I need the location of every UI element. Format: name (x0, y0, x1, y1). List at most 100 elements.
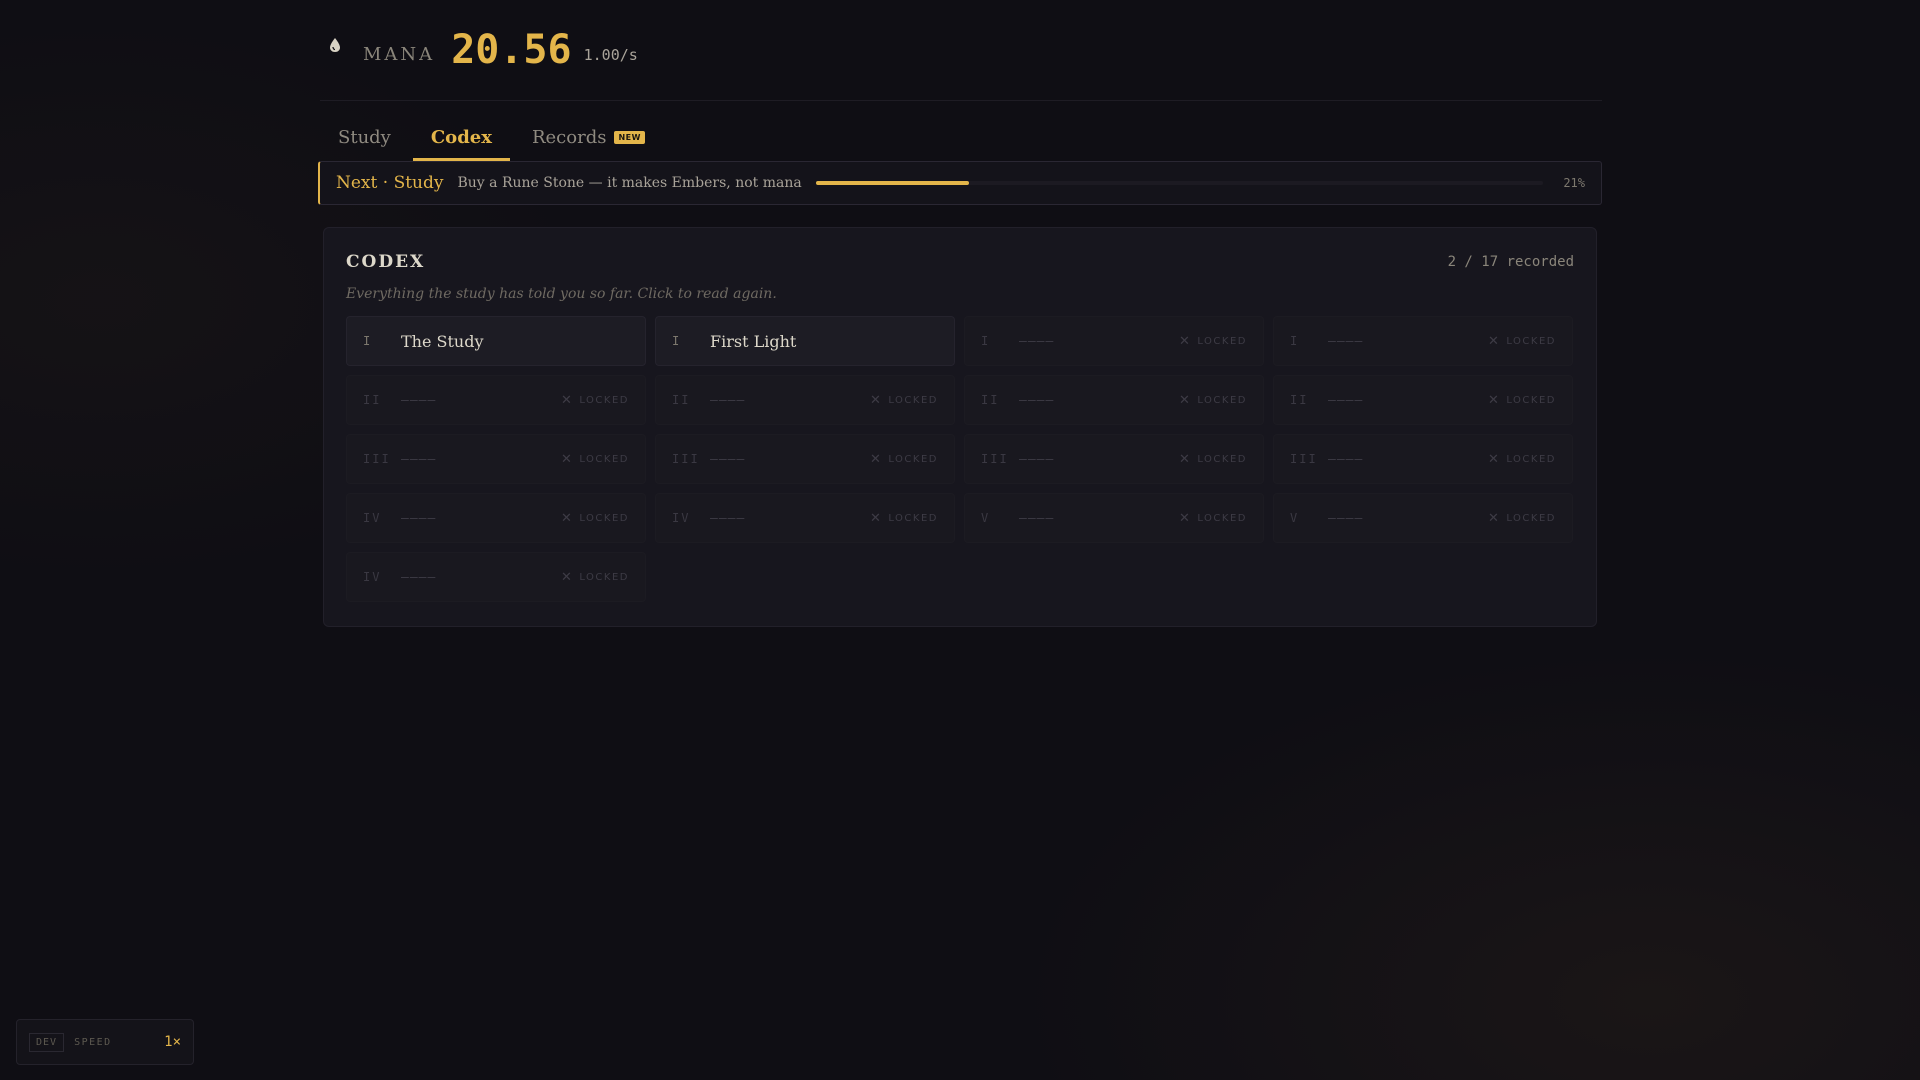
codex-entry-placeholder: ———— (1328, 333, 1364, 349)
locked-label: LOCKED (1197, 394, 1247, 406)
new-badge: NEW (614, 131, 645, 144)
codex-entry-numeral: III (981, 452, 1009, 466)
lock-x-icon: ✕ (1178, 392, 1192, 408)
locked-label: LOCKED (1506, 335, 1556, 347)
codex-count: 2 / 17 recorded (1447, 254, 1574, 270)
codex-entry-locked: III ———— ✕ LOCKED (1273, 434, 1573, 484)
lock-x-icon: ✕ (1178, 510, 1192, 526)
codex-entry-numeral: II (1290, 393, 1309, 407)
codex-entry-locked: II ———— ✕ LOCKED (1273, 375, 1573, 425)
codex-entry-numeral: IV (363, 570, 382, 584)
codex-entry-lock-status: ✕ LOCKED (1179, 452, 1247, 467)
app: MANA 20.56 1.00/s Study Codex Records NE… (318, 0, 1602, 627)
tab-records[interactable]: Records NEW (514, 127, 663, 161)
codex-entry-lock-status: ✕ LOCKED (561, 393, 629, 408)
tab-records-label: Records (531, 127, 607, 148)
codex-entry-locked: IV ———— ✕ LOCKED (655, 493, 955, 543)
codex-header: CODEX 2 / 17 recorded (346, 252, 1574, 272)
codex-entry-lock-status: ✕ LOCKED (870, 452, 938, 467)
lock-x-icon: ✕ (869, 510, 883, 526)
codex-entry-numeral: III (1290, 452, 1318, 466)
codex-entry-lock-status: ✕ LOCKED (1488, 393, 1556, 408)
codex-entry-lock-status: ✕ LOCKED (561, 452, 629, 467)
locked-label: LOCKED (1506, 453, 1556, 465)
lock-x-icon: ✕ (1487, 392, 1501, 408)
codex-entry-locked: V ———— ✕ LOCKED (1273, 493, 1573, 543)
codex-entry-numeral: II (363, 393, 382, 407)
codex-entry-title: First Light (710, 331, 797, 351)
speed-toggle-button[interactable]: 1× (164, 1034, 181, 1050)
codex-entry-title: The Study (401, 331, 484, 351)
lock-x-icon: ✕ (1178, 451, 1192, 467)
header: MANA 20.56 1.00/s (320, 0, 1602, 101)
codex-entry-placeholder: ———— (401, 451, 437, 467)
codex-entry-numeral: V (1290, 511, 1300, 525)
lock-x-icon: ✕ (560, 569, 574, 585)
lock-x-icon: ✕ (560, 392, 574, 408)
locked-label: LOCKED (888, 394, 938, 406)
locked-label: LOCKED (1197, 453, 1247, 465)
codex-entry-numeral: II (981, 393, 1000, 407)
codex-entry-placeholder: ———— (1328, 392, 1364, 408)
codex-entry-placeholder: ———— (1328, 510, 1364, 526)
lock-x-icon: ✕ (869, 392, 883, 408)
dev-tag: DEV (29, 1032, 65, 1052)
next-goal-progress-label: 21% (1563, 176, 1585, 190)
codex-entry-lock-status: ✕ LOCKED (561, 511, 629, 526)
codex-entry-lock-status: ✕ LOCKED (870, 393, 938, 408)
lock-x-icon: ✕ (1487, 451, 1501, 467)
codex-entry-numeral: I (1290, 334, 1300, 348)
next-goal-title: Next · Study (336, 173, 444, 193)
codex-entry[interactable]: I The Study (346, 316, 646, 366)
codex-panel: CODEX 2 / 17 recorded Everything the stu… (323, 227, 1597, 627)
codex-entry-numeral: III (363, 452, 391, 466)
codex-entry-placeholder: ———— (710, 451, 746, 467)
locked-label: LOCKED (1506, 394, 1556, 406)
codex-entry[interactable]: I First Light (655, 316, 955, 366)
codex-entry-locked: III ———— ✕ LOCKED (346, 434, 646, 484)
codex-entry-numeral: IV (363, 511, 382, 525)
mana-label: MANA (363, 43, 436, 65)
mana-value: 20.56 (451, 27, 572, 73)
codex-entry-lock-status: ✕ LOCKED (1179, 511, 1247, 526)
locked-label: LOCKED (1197, 335, 1247, 347)
codex-subtitle: Everything the study has told you so far… (346, 286, 777, 302)
codex-grid: I The Study I First Light I ———— ✕ LOCKED I ———— ✕… (346, 316, 1574, 602)
codex-entry-placeholder: ———— (1019, 392, 1055, 408)
codex-entry-locked: IV ———— ✕ LOCKED (346, 493, 646, 543)
codex-entry-locked: III ———— ✕ LOCKED (655, 434, 955, 484)
codex-entry-lock-status: ✕ LOCKED (1488, 334, 1556, 349)
locked-label: LOCKED (579, 571, 629, 583)
codex-entry-lock-status: ✕ LOCKED (1179, 334, 1247, 349)
codex-entry-numeral: II (672, 393, 691, 407)
locked-label: LOCKED (579, 453, 629, 465)
locked-label: LOCKED (888, 453, 938, 465)
lock-x-icon: ✕ (1178, 333, 1192, 349)
next-goal-progress-track (815, 181, 1544, 185)
codex-entry-numeral: IV (672, 511, 691, 525)
codex-title: CODEX (346, 252, 426, 272)
codex-entry-locked: II ———— ✕ LOCKED (964, 375, 1264, 425)
codex-entry-locked: V ———— ✕ LOCKED (964, 493, 1264, 543)
lock-x-icon: ✕ (1487, 333, 1501, 349)
codex-entry-locked: III ———— ✕ LOCKED (964, 434, 1264, 484)
mana-rate: 1.00/s (583, 46, 638, 64)
lock-x-icon: ✕ (869, 451, 883, 467)
next-goal-progress-fill (815, 181, 969, 185)
tab-study[interactable]: Study (320, 127, 409, 161)
codex-entry-placeholder: ———— (1019, 333, 1055, 349)
locked-label: LOCKED (579, 394, 629, 406)
codex-entry-numeral: I (363, 334, 371, 348)
codex-entry-placeholder: ———— (710, 392, 746, 408)
next-goal-bar: Next · Study Buy a Rune Stone — it makes… (318, 161, 1602, 205)
codex-entry-lock-status: ✕ LOCKED (1488, 452, 1556, 467)
codex-entry-lock-status: ✕ LOCKED (561, 570, 629, 585)
next-goal-description: Buy a Rune Stone — it makes Embers, not … (457, 175, 802, 191)
codex-entry-placeholder: ———— (401, 392, 437, 408)
mana-drop-icon (330, 38, 340, 52)
locked-label: LOCKED (1197, 512, 1247, 524)
lock-x-icon: ✕ (560, 510, 574, 526)
speed-label: SPEED (74, 1036, 112, 1048)
tab-codex[interactable]: Codex (412, 127, 511, 161)
codex-entry-placeholder: ———— (401, 510, 437, 526)
